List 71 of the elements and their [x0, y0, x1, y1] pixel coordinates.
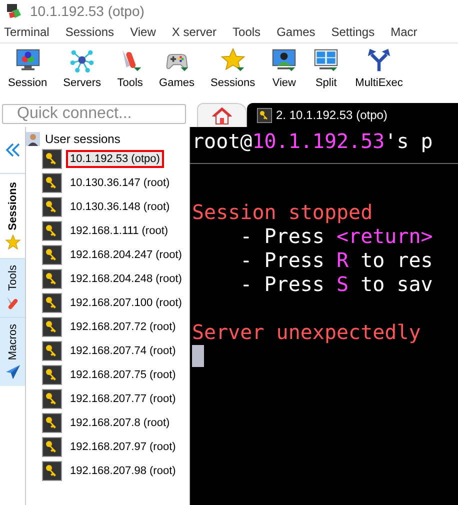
menu-item[interactable]: Sessions: [65, 25, 114, 39]
paper-plane-icon: [4, 364, 20, 380]
side-tab[interactable]: Macros: [0, 317, 25, 386]
key-icon: [42, 149, 62, 169]
key-icon: [42, 173, 62, 193]
menu-item[interactable]: Terminal: [4, 25, 50, 39]
toolbar-button[interactable]: Session: [0, 47, 56, 89]
menu-item[interactable]: View: [130, 25, 156, 39]
app-logo-icon: [6, 3, 22, 19]
toolbar-button[interactable]: Games: [151, 47, 203, 89]
terminal-line: root@10.1.192.53's p: [191, 129, 434, 153]
session-item[interactable]: 10.1.192.53 (otpo): [66, 150, 164, 168]
session-item[interactable]: 192.168.207.100 (root): [66, 294, 186, 312]
key-icon: [42, 317, 62, 337]
text-cursor: [192, 345, 204, 367]
session-item[interactable]: 192.168.207.75 (root): [66, 366, 180, 384]
window-title: 10.1.192.53 (otpo): [30, 3, 144, 19]
terminal-line: Server unexpectedly: [191, 320, 422, 344]
toolbar-button[interactable]: MultiExec: [347, 47, 411, 89]
terminal-line: - Press S to sav: [239, 272, 434, 296]
user-icon: [26, 132, 40, 146]
menu-item[interactable]: X server: [172, 25, 217, 39]
session-item[interactable]: 10.130.36.148 (root): [66, 198, 174, 216]
menu-item[interactable]: Macr: [390, 25, 418, 39]
terminal-line: - Press <return>: [239, 224, 434, 248]
quick-connect-field[interactable]: Quick connect...: [2, 104, 186, 124]
key-icon: [42, 197, 62, 217]
key-icon: [42, 245, 62, 265]
split-screen-icon: [313, 47, 340, 73]
key-icon: [42, 437, 62, 457]
toolbar-button[interactable]: Sessions: [202, 47, 264, 89]
menu-item[interactable]: Games: [276, 25, 316, 39]
star-icon: [4, 234, 20, 250]
key-icon: [42, 269, 62, 289]
session-item[interactable]: 192.168.207.77 (root): [66, 390, 180, 408]
session-item[interactable]: 192.168.207.8 (root): [66, 414, 174, 432]
session-item[interactable]: 192.168.204.247 (root): [66, 246, 186, 264]
session-tab[interactable]: 2. 10.1.192.53 (otpo): [247, 103, 458, 127]
group-label: User sessions: [45, 132, 120, 146]
toolbar-button[interactable]: View: [263, 47, 306, 89]
toolbar-button[interactable]: Tools: [109, 47, 152, 89]
menu-item[interactable]: Tools: [232, 25, 261, 39]
fork-arrow-icon: [366, 47, 392, 73]
menu-item[interactable]: Settings: [331, 25, 375, 39]
key-icon: [257, 108, 272, 122]
session-item[interactable]: 192.168.204.248 (root): [66, 270, 186, 288]
double-chevron-icon: [4, 142, 20, 158]
key-icon: [42, 221, 62, 241]
terminal-line: Session stopped: [191, 200, 374, 224]
session-item[interactable]: 10.130.36.147 (root): [66, 174, 174, 192]
key-icon: [42, 293, 62, 313]
monitor-icon: [271, 47, 298, 73]
key-icon: [42, 389, 62, 409]
monitor-icon: [14, 47, 41, 73]
session-item[interactable]: 192.168.207.74 (root): [66, 342, 180, 360]
session-item[interactable]: 192.168.1.111 (root): [66, 222, 172, 240]
terminal-line: - Press R to res: [239, 248, 434, 272]
session-item[interactable]: 192.168.207.97 (root): [66, 438, 180, 456]
side-tab[interactable]: Tools: [0, 258, 25, 317]
home-icon: [212, 106, 232, 124]
key-icon: [42, 341, 62, 361]
knife-icon: [4, 295, 20, 311]
session-item[interactable]: 192.168.207.98 (root): [66, 462, 180, 480]
home-tab[interactable]: [197, 103, 247, 127]
key-icon: [42, 365, 62, 385]
toolbar-button[interactable]: Split: [305, 47, 348, 89]
key-icon: [42, 413, 62, 433]
key-icon: [42, 461, 62, 481]
star-icon: [220, 47, 246, 73]
session-item[interactable]: 192.168.207.72 (root): [66, 318, 180, 336]
toolbar-button[interactable]: Servers: [55, 47, 110, 89]
